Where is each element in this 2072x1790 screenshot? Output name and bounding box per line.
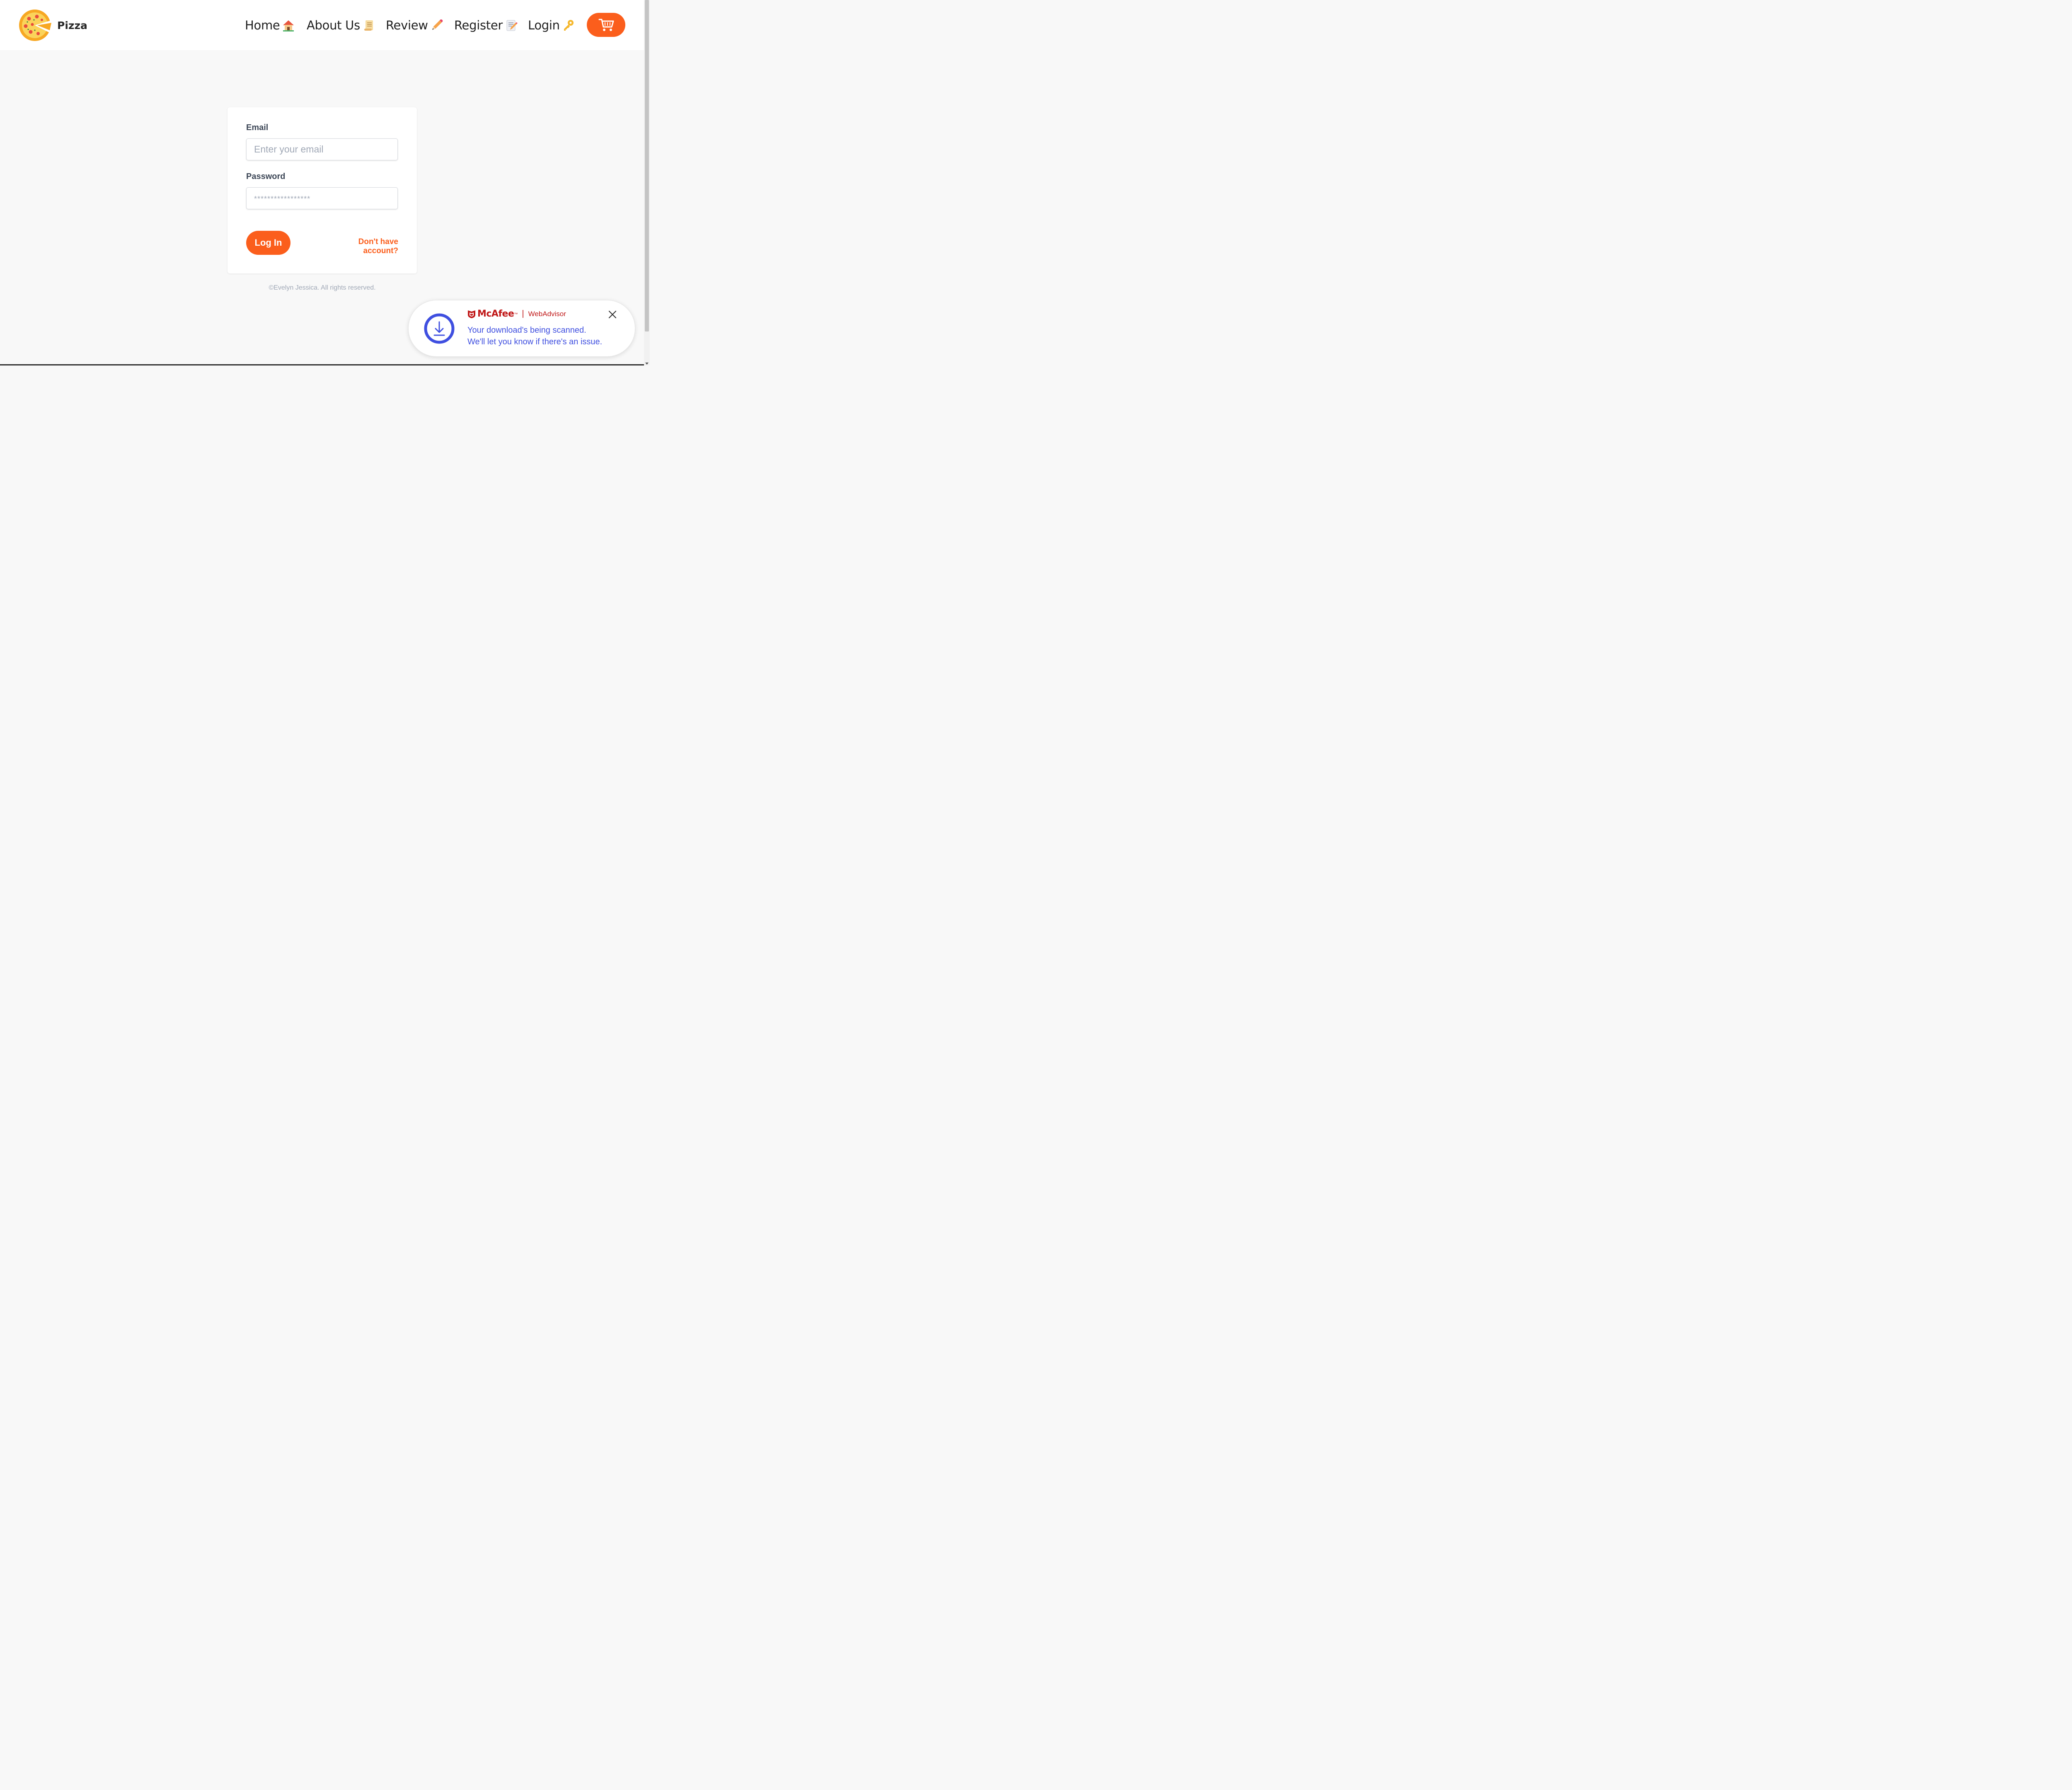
scroll-down-arrow-icon[interactable] xyxy=(645,363,649,365)
mcafee-trademark: ™ xyxy=(514,312,518,316)
mcafee-toast: McAfee ™ | WebAdvisor Your download's be… xyxy=(408,300,635,357)
toast-message-line2: We'll let you know if there's an issue. xyxy=(467,337,603,346)
key-icon xyxy=(562,18,576,32)
cart-icon xyxy=(598,19,614,31)
cart-button[interactable] xyxy=(587,13,625,37)
nav-about-label: About Us xyxy=(307,18,360,32)
brand-logo[interactable]: Pizza xyxy=(18,9,87,42)
login-card: Email Password Log In Don't have account… xyxy=(228,107,417,273)
memo-icon xyxy=(504,18,518,32)
password-label: Password xyxy=(246,172,286,181)
nav-review[interactable]: Review xyxy=(386,18,444,32)
toast-message-line1: Your download's being scanned. xyxy=(467,326,586,335)
nav-home[interactable]: Home xyxy=(245,18,295,32)
brand-separator: | xyxy=(522,309,524,318)
vertical-scrollbar[interactable] xyxy=(644,0,650,365)
login-button[interactable]: Log In xyxy=(246,231,290,255)
nav-about[interactable]: About Us xyxy=(307,18,376,32)
nav-login[interactable]: Login xyxy=(528,18,576,32)
nav-login-label: Login xyxy=(528,18,560,32)
signup-link[interactable]: Don't have account? xyxy=(324,237,398,256)
nav-review-label: Review xyxy=(386,18,428,32)
email-label: Email xyxy=(246,123,269,132)
house-icon xyxy=(281,18,295,32)
window-bottom-border xyxy=(0,364,644,365)
brand-name: Pizza xyxy=(57,19,87,31)
nav-register[interactable]: Register xyxy=(454,18,518,32)
copyright-text: ©Evelyn Jessica. All rights reserved. xyxy=(269,284,376,291)
mcafee-product-name: WebAdvisor xyxy=(528,310,566,318)
mcafee-brand-name: McAfee xyxy=(477,309,514,319)
password-field[interactable] xyxy=(246,187,398,209)
mcafee-brand: McAfee ™ | WebAdvisor xyxy=(467,309,566,319)
toast-message: Your download's being scanned. We'll let… xyxy=(467,324,625,348)
scrollbar-thumb[interactable] xyxy=(645,0,649,331)
nav-home-label: Home xyxy=(245,18,280,32)
pencil-icon xyxy=(430,18,444,32)
close-icon[interactable] xyxy=(608,310,617,319)
site-header: Pizza Home About Us Review Register Logi… xyxy=(0,0,644,50)
scroll-icon xyxy=(362,18,376,32)
nav-register-label: Register xyxy=(454,18,503,32)
email-field[interactable] xyxy=(246,138,398,160)
download-icon xyxy=(424,313,455,344)
mcafee-shield-icon xyxy=(468,310,475,318)
pizza-icon xyxy=(19,10,51,41)
